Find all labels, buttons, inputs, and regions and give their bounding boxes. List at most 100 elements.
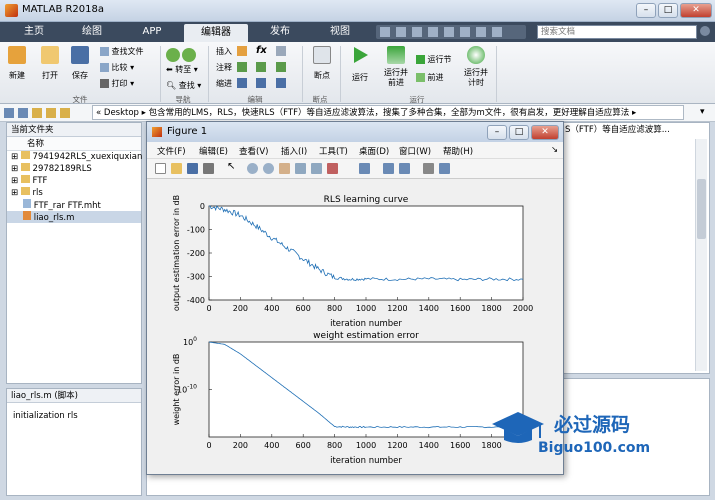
figure-close-button[interactable]: ✕ bbox=[531, 125, 559, 140]
tab-apps[interactable]: APP bbox=[122, 22, 182, 42]
column-name-label: 名称 bbox=[27, 139, 45, 149]
menu-file[interactable]: 文件(F) bbox=[157, 145, 186, 157]
save-icon[interactable] bbox=[380, 27, 390, 37]
goto-button[interactable]: ⬅ 转至 ▾ bbox=[166, 64, 198, 75]
hide-tools-icon[interactable] bbox=[423, 163, 434, 174]
scrollbar-thumb[interactable] bbox=[697, 179, 706, 239]
maximize-button[interactable]: □ bbox=[658, 3, 678, 18]
rotate-icon[interactable] bbox=[295, 163, 306, 174]
comment-icon[interactable] bbox=[237, 62, 247, 72]
insert-icon[interactable] bbox=[237, 46, 247, 56]
tab-plots[interactable]: 绘图 bbox=[64, 22, 120, 42]
tab-home[interactable]: 主页 bbox=[6, 22, 62, 42]
legend-icon[interactable] bbox=[399, 163, 410, 174]
help-icon[interactable] bbox=[492, 27, 502, 37]
colorbar-icon[interactable] bbox=[383, 163, 394, 174]
uncomment-icon[interactable] bbox=[256, 62, 266, 72]
copy-icon[interactable] bbox=[412, 27, 422, 37]
folder-icon bbox=[20, 187, 30, 195]
list-item[interactable]: ⊞ 7941942RLS_xuexiquxian bbox=[7, 151, 142, 163]
figure-minimize-button[interactable]: – bbox=[487, 125, 507, 140]
close-button[interactable]: ✕ bbox=[680, 3, 712, 18]
editor-scrollbar[interactable] bbox=[695, 139, 707, 371]
comment-button[interactable]: 注释 bbox=[216, 62, 232, 73]
menu-desktop[interactable]: 桌面(D) bbox=[359, 145, 389, 157]
open-file-icon[interactable] bbox=[171, 163, 182, 174]
forward-arrow-icon[interactable] bbox=[18, 108, 28, 118]
find-files-button[interactable]: 查找文件 bbox=[100, 46, 144, 57]
breakpoints-button[interactable]: 断点 bbox=[308, 46, 336, 81]
tab-editor[interactable]: 编辑器 bbox=[184, 24, 248, 42]
menu-help[interactable]: 帮助(H) bbox=[443, 145, 473, 157]
list-item[interactable]: ⊞ FTF bbox=[7, 175, 141, 187]
print-button[interactable]: 打印 ▾ bbox=[100, 78, 134, 89]
list-item-selected[interactable]: liao_rls.m bbox=[7, 211, 141, 223]
insert-label: 插入 bbox=[216, 47, 232, 56]
indent-label: 缩进 bbox=[216, 79, 232, 88]
folder-up-icon[interactable] bbox=[32, 108, 42, 118]
menu-view[interactable]: 查看(V) bbox=[239, 145, 268, 157]
menu-tools[interactable]: 工具(T) bbox=[319, 145, 348, 157]
increase-indent-icon[interactable] bbox=[256, 78, 266, 88]
current-path-field[interactable]: « Desktop ▸ 包含常用的LMS，RLS，快速RLS（FTF）等自适应滤… bbox=[92, 105, 684, 120]
menu-window[interactable]: 窗口(W) bbox=[399, 145, 431, 157]
folder-search-icon[interactable] bbox=[60, 108, 70, 118]
smart-indent-icon[interactable] bbox=[237, 78, 247, 88]
brush-icon[interactable] bbox=[327, 163, 338, 174]
list-item[interactable]: ⊞ rls bbox=[7, 187, 141, 199]
figure-maximize-button[interactable]: □ bbox=[509, 125, 529, 140]
switch-windows-icon[interactable] bbox=[476, 27, 486, 37]
menu-dock-icon[interactable]: ↘ bbox=[551, 145, 558, 155]
open-button[interactable]: 打开 bbox=[38, 46, 62, 81]
data-cursor-icon[interactable] bbox=[311, 163, 322, 174]
run-button[interactable]: 运行 bbox=[346, 46, 374, 83]
undo-icon[interactable] bbox=[444, 27, 454, 37]
indent-button[interactable]: 缩进 bbox=[216, 78, 232, 89]
run-and-advance-button[interactable]: 运行并 前进 bbox=[380, 46, 412, 88]
new-figure-icon[interactable] bbox=[155, 163, 166, 174]
run-and-time-button[interactable]: 运行并 计时 bbox=[460, 46, 492, 88]
browse-folder-icon[interactable] bbox=[46, 108, 56, 118]
x-tick-label: 1400 bbox=[419, 304, 439, 313]
go-back-icon[interactable] bbox=[166, 48, 180, 62]
insert-dropdown-icon[interactable] bbox=[276, 46, 286, 56]
breakpoints-label: 断点 bbox=[314, 71, 330, 80]
save-figure-icon[interactable] bbox=[187, 163, 198, 174]
column-header-name[interactable]: 名称 bbox=[7, 137, 141, 151]
decrease-indent-icon[interactable] bbox=[276, 78, 286, 88]
menu-edit[interactable]: 编辑(E) bbox=[199, 145, 228, 157]
zoom-out-icon[interactable] bbox=[263, 163, 274, 174]
save-button[interactable]: 保存 bbox=[68, 46, 92, 81]
notification-icon[interactable] bbox=[700, 26, 710, 36]
link-plot-icon[interactable] bbox=[359, 163, 370, 174]
pointer-icon[interactable]: ↖ bbox=[227, 161, 238, 172]
paste-icon[interactable] bbox=[428, 27, 438, 37]
list-item[interactable]: ⊞ 29782189RLS bbox=[7, 163, 141, 175]
back-arrow-icon[interactable] bbox=[4, 108, 14, 118]
new-button[interactable]: 新建 bbox=[6, 46, 28, 81]
compare-button[interactable]: 比较 ▾ bbox=[100, 62, 134, 73]
address-dropdown-icon[interactable]: ▾ bbox=[700, 107, 705, 117]
minimize-button[interactable]: – bbox=[636, 3, 656, 18]
redo-icon[interactable] bbox=[460, 27, 470, 37]
insert-button[interactable]: 插入 bbox=[216, 46, 232, 57]
pan-icon[interactable] bbox=[279, 163, 290, 174]
x-tick-label: 1200 bbox=[387, 441, 407, 450]
zoom-in-icon[interactable] bbox=[247, 163, 258, 174]
find-button[interactable]: 🔍︎ 查找 ▾ bbox=[166, 80, 201, 91]
menu-insert[interactable]: 插入(I) bbox=[281, 145, 307, 157]
tab-publish[interactable]: 发布 bbox=[250, 22, 310, 42]
editor-tab[interactable]: S（FTF）等自适应滤波算... bbox=[565, 123, 705, 137]
fx-button[interactable]: fx bbox=[256, 45, 267, 56]
advance-button[interactable]: 前进 bbox=[416, 72, 444, 83]
print-figure-icon[interactable] bbox=[203, 163, 214, 174]
print-label: 打印 bbox=[111, 79, 128, 88]
show-tools-icon[interactable] bbox=[439, 163, 450, 174]
list-item[interactable]: FTF_rar FTF.mht bbox=[7, 199, 141, 211]
search-documentation-input[interactable]: 搜索文档 bbox=[537, 25, 697, 39]
cut-icon[interactable] bbox=[396, 27, 406, 37]
go-forward-icon[interactable] bbox=[182, 48, 196, 62]
tab-view[interactable]: 视图 bbox=[312, 22, 368, 42]
wrap-comments-icon[interactable] bbox=[276, 62, 286, 72]
run-section-button[interactable]: 运行节 bbox=[416, 54, 452, 65]
